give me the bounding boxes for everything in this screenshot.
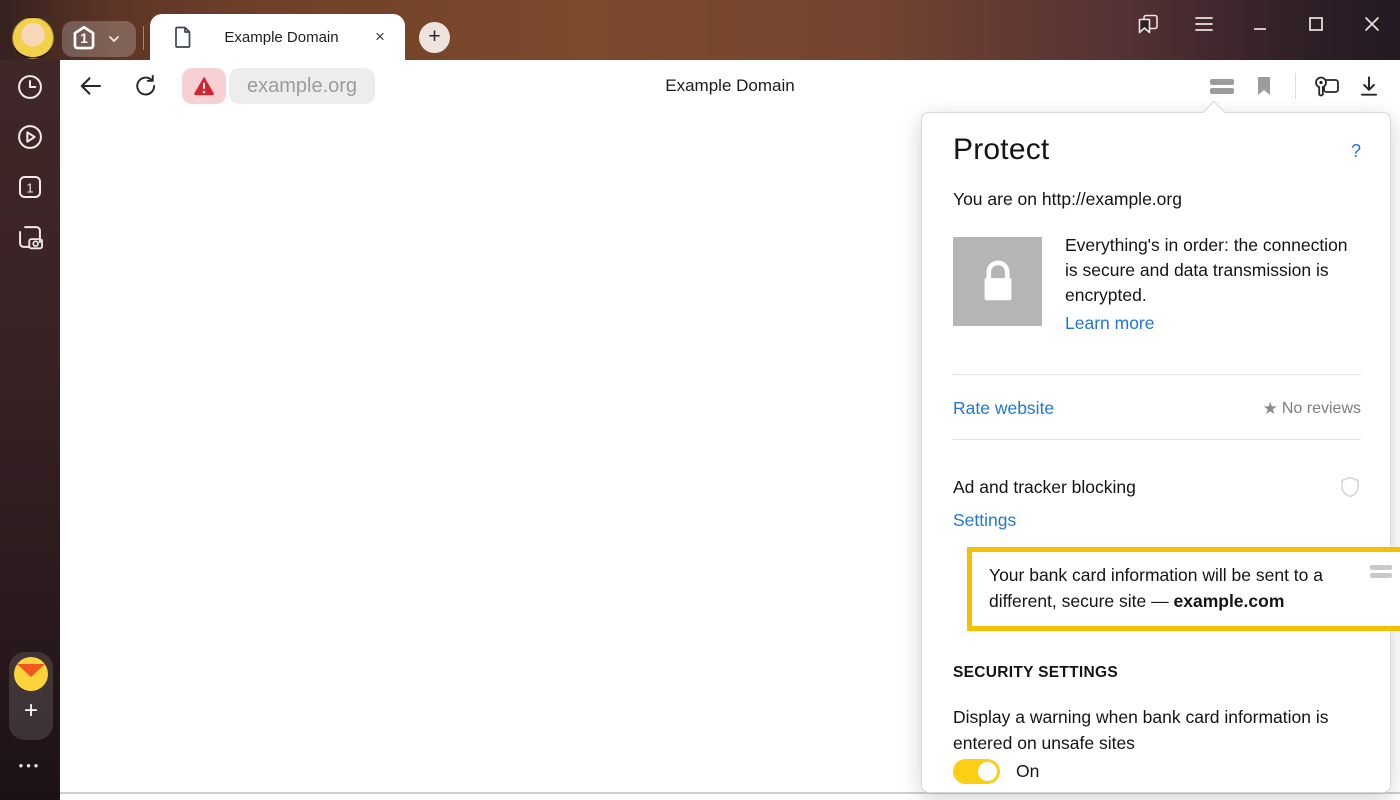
tab-title: Example Domain [194, 29, 369, 46]
user-avatar[interactable] [12, 17, 54, 59]
warning-triangle-icon [192, 75, 216, 97]
minimize-button[interactable] [1232, 0, 1288, 48]
sidebar-tab-count: 1 [26, 180, 33, 195]
divider [953, 374, 1361, 375]
chevron-down-icon[interactable] [106, 31, 122, 47]
close-button[interactable] [1344, 0, 1400, 48]
help-link[interactable]: ? [1351, 141, 1361, 162]
adblock-settings-link[interactable]: Settings [953, 510, 1016, 531]
toggle-state-label: On [1016, 761, 1039, 782]
toggle-knob [978, 762, 997, 781]
lock-icon [975, 256, 1021, 308]
download-icon[interactable] [1352, 69, 1386, 103]
history-icon[interactable] [13, 70, 47, 104]
warning-setting-label: Display a warning when bank card informa… [953, 704, 1353, 756]
toolbar-separator [1295, 73, 1296, 99]
sidebar: 1 + ••• [0, 60, 60, 800]
new-tab-button[interactable]: + [419, 22, 450, 53]
tab-counter-house-icon: 1 [62, 21, 106, 57]
side-panel-toggle-icon[interactable] [1120, 0, 1176, 48]
protect-panel: Protect ? You are on http://example.org … [921, 112, 1391, 793]
tab-strip-separator [143, 26, 144, 50]
media-play-icon[interactable] [13, 120, 47, 154]
add-widget-button[interactable]: + [24, 697, 38, 725]
lock-status-tile [953, 237, 1042, 326]
bank-warning-highlight[interactable]: Your bank card information will be sent … [967, 547, 1400, 631]
sidebar-dock: + [9, 652, 53, 740]
reviews-status: ★ No reviews [1263, 399, 1361, 419]
sidebar-more-icon[interactable]: ••• [0, 758, 60, 773]
tab-strip: 1 Example Domain × + [0, 0, 1400, 60]
back-icon[interactable] [70, 66, 110, 106]
active-tab[interactable]: Example Domain × [150, 14, 405, 60]
tab-group-counter[interactable]: 1 [62, 21, 136, 57]
shield-icon [1339, 475, 1361, 499]
panel-title: Protect [953, 133, 1049, 167]
toolbar-right [1205, 60, 1386, 112]
tab-count: 1 [80, 30, 88, 46]
toolbar: example.org Example Domain [60, 60, 1400, 112]
learn-more-link[interactable]: Learn more [1065, 313, 1155, 334]
protect-panel-icon[interactable] [1205, 69, 1239, 103]
warning-toggle[interactable] [953, 759, 1000, 784]
protect-bars-icon [1370, 562, 1392, 614]
tab-manager-icon[interactable]: 1 [13, 170, 47, 204]
screenshot-icon[interactable] [13, 220, 47, 254]
window-controls [1120, 0, 1400, 48]
security-settings-header: SECURITY SETTINGS [953, 664, 1118, 682]
security-warning-badge[interactable] [182, 68, 226, 104]
address-bar[interactable]: example.org [229, 68, 375, 104]
rate-website-link[interactable]: Rate website [953, 398, 1054, 419]
bookmark-icon[interactable] [1247, 69, 1281, 103]
connection-status-text: Everything's in order: the connection is… [1065, 233, 1361, 308]
url-text: example.org [247, 75, 357, 98]
star-icon: ★ [1263, 399, 1278, 419]
bank-warning-text: Your bank card information will be sent … [989, 562, 1359, 614]
reload-icon[interactable] [126, 66, 166, 106]
current-site-line: You are on http://example.org [953, 189, 1182, 210]
maximize-button[interactable] [1288, 0, 1344, 48]
tab-close-icon[interactable]: × [369, 26, 391, 48]
divider [953, 439, 1361, 440]
menu-icon[interactable] [1176, 0, 1232, 48]
mail-icon[interactable] [14, 657, 48, 691]
bank-warning-dash: — [1151, 591, 1173, 611]
reviews-label: No reviews [1282, 400, 1361, 418]
wallet-passwords-icon[interactable] [1310, 69, 1344, 103]
bank-warning-site: example.com [1174, 591, 1285, 611]
ad-blocking-label: Ad and tracker blocking [953, 477, 1136, 498]
page-icon [172, 25, 194, 49]
browser-window: 1 Example Domain × + [0, 0, 1400, 800]
